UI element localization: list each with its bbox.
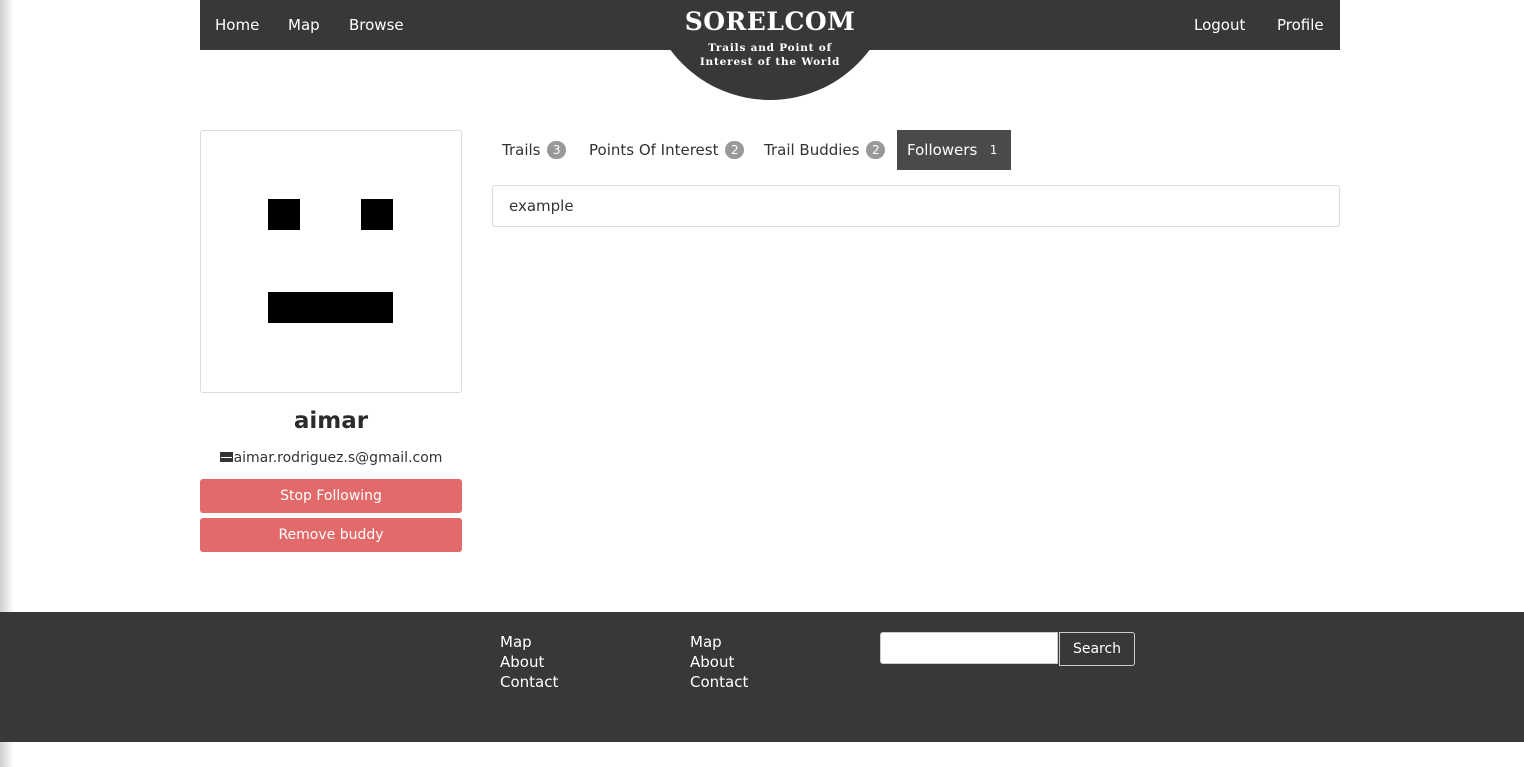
tab-points-of-interest[interactable]: Points Of Interest 2 <box>589 130 745 170</box>
remove-buddy-button[interactable]: Remove buddy <box>200 518 462 552</box>
footer-contact-link-2[interactable]: Contact <box>690 672 748 692</box>
tab-trails-label: Trails <box>502 141 541 159</box>
stop-following-button[interactable]: Stop Following <box>200 479 462 513</box>
logo-subtitle-line2: Interest of the World <box>699 56 841 68</box>
footer-contact-link[interactable]: Contact <box>500 672 558 692</box>
tab-trails[interactable]: Trails 3 <box>502 130 567 170</box>
tab-poi-label: Points Of Interest <box>589 141 719 159</box>
tab-trails-count: 3 <box>547 141 567 159</box>
envelope-icon <box>219 452 233 462</box>
tab-trail-buddies[interactable]: Trail Buddies 2 <box>764 130 886 170</box>
followers-list: example <box>492 185 1340 227</box>
avatar <box>200 130 462 393</box>
tab-trail-buddies-label: Trail Buddies <box>764 141 860 159</box>
list-item[interactable]: example <box>509 186 574 226</box>
tab-poi-count: 2 <box>725 141 745 159</box>
avatar-mouth <box>268 292 393 323</box>
nav-profile-link[interactable]: Profile <box>1277 0 1324 50</box>
nav-browse-link[interactable]: Browse <box>349 0 404 50</box>
avatar-left-eye <box>268 199 300 230</box>
footer-about-link-2[interactable]: About <box>690 652 734 672</box>
footer-about-link[interactable]: About <box>500 652 544 672</box>
tab-trail-buddies-count: 2 <box>866 141 886 159</box>
avatar-right-eye <box>361 199 393 230</box>
profile-username: aimar <box>293 408 369 434</box>
tab-followers-label: Followers <box>907 141 978 159</box>
profile-email-text: aimar.rodriguez.s@gmail.com <box>233 450 443 466</box>
nav-map-link[interactable]: Map <box>288 0 320 50</box>
tab-followers-count: 1 <box>989 143 998 157</box>
logo-subtitle-line1: Trails and Point of <box>708 42 832 54</box>
footer-search-input[interactable] <box>880 632 1058 664</box>
footer-search-button[interactable]: Search <box>1059 632 1135 666</box>
nav-logout-link[interactable]: Logout <box>1194 0 1245 50</box>
site-logo-subtitle: Trails and Point of Interest of the Worl… <box>646 41 894 69</box>
nav-home-link[interactable]: Home <box>215 0 259 50</box>
footer-map-link-2[interactable]: Map <box>690 632 722 652</box>
profile-email: aimar.rodriguez.s@gmail.com <box>200 450 462 466</box>
footer-map-link[interactable]: Map <box>500 632 532 652</box>
footer <box>0 612 1524 742</box>
site-logo-title[interactable]: SORELCOM <box>646 7 894 36</box>
tab-followers[interactable]: Followers 1 <box>897 130 1011 170</box>
